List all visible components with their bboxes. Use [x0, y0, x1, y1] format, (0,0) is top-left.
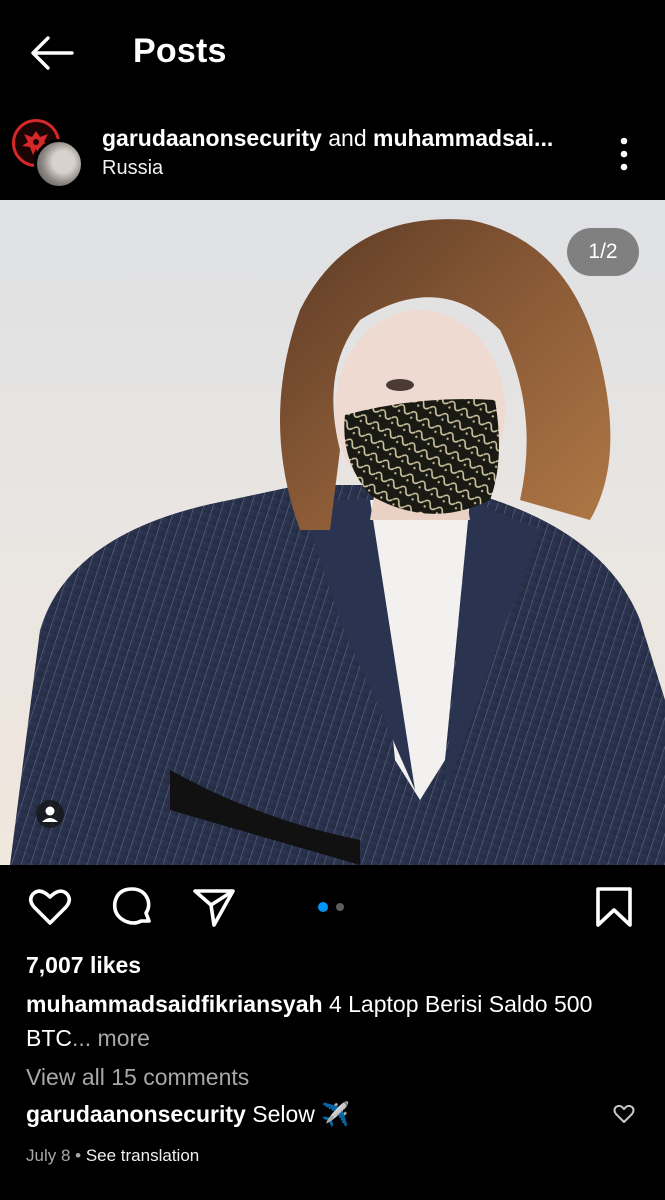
comment-icon — [112, 887, 151, 925]
caption-more-link[interactable]: ... more — [72, 1025, 150, 1051]
arrow-left-icon — [31, 36, 74, 70]
more-options-button[interactable] — [608, 133, 640, 175]
see-translation-link[interactable]: See translation — [86, 1146, 199, 1165]
save-button[interactable] — [590, 883, 638, 931]
back-button[interactable] — [28, 33, 76, 73]
comment-preview: garudaanonsecurity Selow ✈️ — [26, 1101, 350, 1128]
like-button[interactable] — [26, 883, 74, 931]
heart-icon — [613, 1104, 635, 1123]
author-line[interactable]: garudaanonsecurity and muhammadsai... — [102, 125, 592, 152]
post-date: July 8 — [26, 1146, 71, 1165]
post-header: garudaanonsecurity and muhammadsai... Ru… — [0, 105, 665, 200]
carousel-indicator — [318, 902, 348, 914]
meta-separator: • — [70, 1146, 86, 1165]
location-label[interactable]: Russia — [102, 157, 163, 180]
media-counter: 1/2 — [567, 228, 639, 276]
bookmark-icon — [596, 887, 632, 927]
coauthor-avatar[interactable] — [34, 139, 84, 189]
comment-username[interactable]: garudaanonsecurity — [26, 1101, 246, 1127]
caption: muhammadsaidfikriansyah 4 Laptop Berisi … — [26, 987, 636, 1055]
post-photo — [0, 200, 665, 865]
view-comments-link[interactable]: View all 15 comments — [26, 1064, 249, 1091]
top-bar: Posts — [0, 0, 665, 105]
caption-username[interactable]: muhammadsaidfikriansyah — [26, 991, 323, 1017]
comment-text: Selow ✈️ — [245, 1101, 350, 1127]
heart-icon — [28, 889, 72, 925]
author-username[interactable]: garudaanonsecurity — [102, 125, 322, 151]
action-bar — [0, 865, 665, 950]
comment-button[interactable] — [108, 883, 156, 931]
share-button[interactable] — [190, 883, 238, 931]
send-icon — [193, 889, 235, 927]
carousel-dot-active — [318, 902, 328, 912]
post-image[interactable]: 1/2 — [0, 200, 665, 865]
author-joiner: and — [321, 125, 373, 151]
comment-like-button[interactable] — [612, 1101, 636, 1125]
page-title: Posts — [133, 32, 227, 70]
post-meta: July 8 • See translation — [26, 1146, 199, 1166]
more-vertical-icon — [620, 137, 628, 171]
coauthor-username[interactable]: muhammadsai... — [373, 125, 553, 151]
tagged-users-button[interactable] — [36, 800, 64, 828]
user-icon — [42, 806, 58, 822]
likes-count[interactable]: 7,007 likes — [26, 952, 141, 979]
carousel-dot — [336, 903, 344, 911]
